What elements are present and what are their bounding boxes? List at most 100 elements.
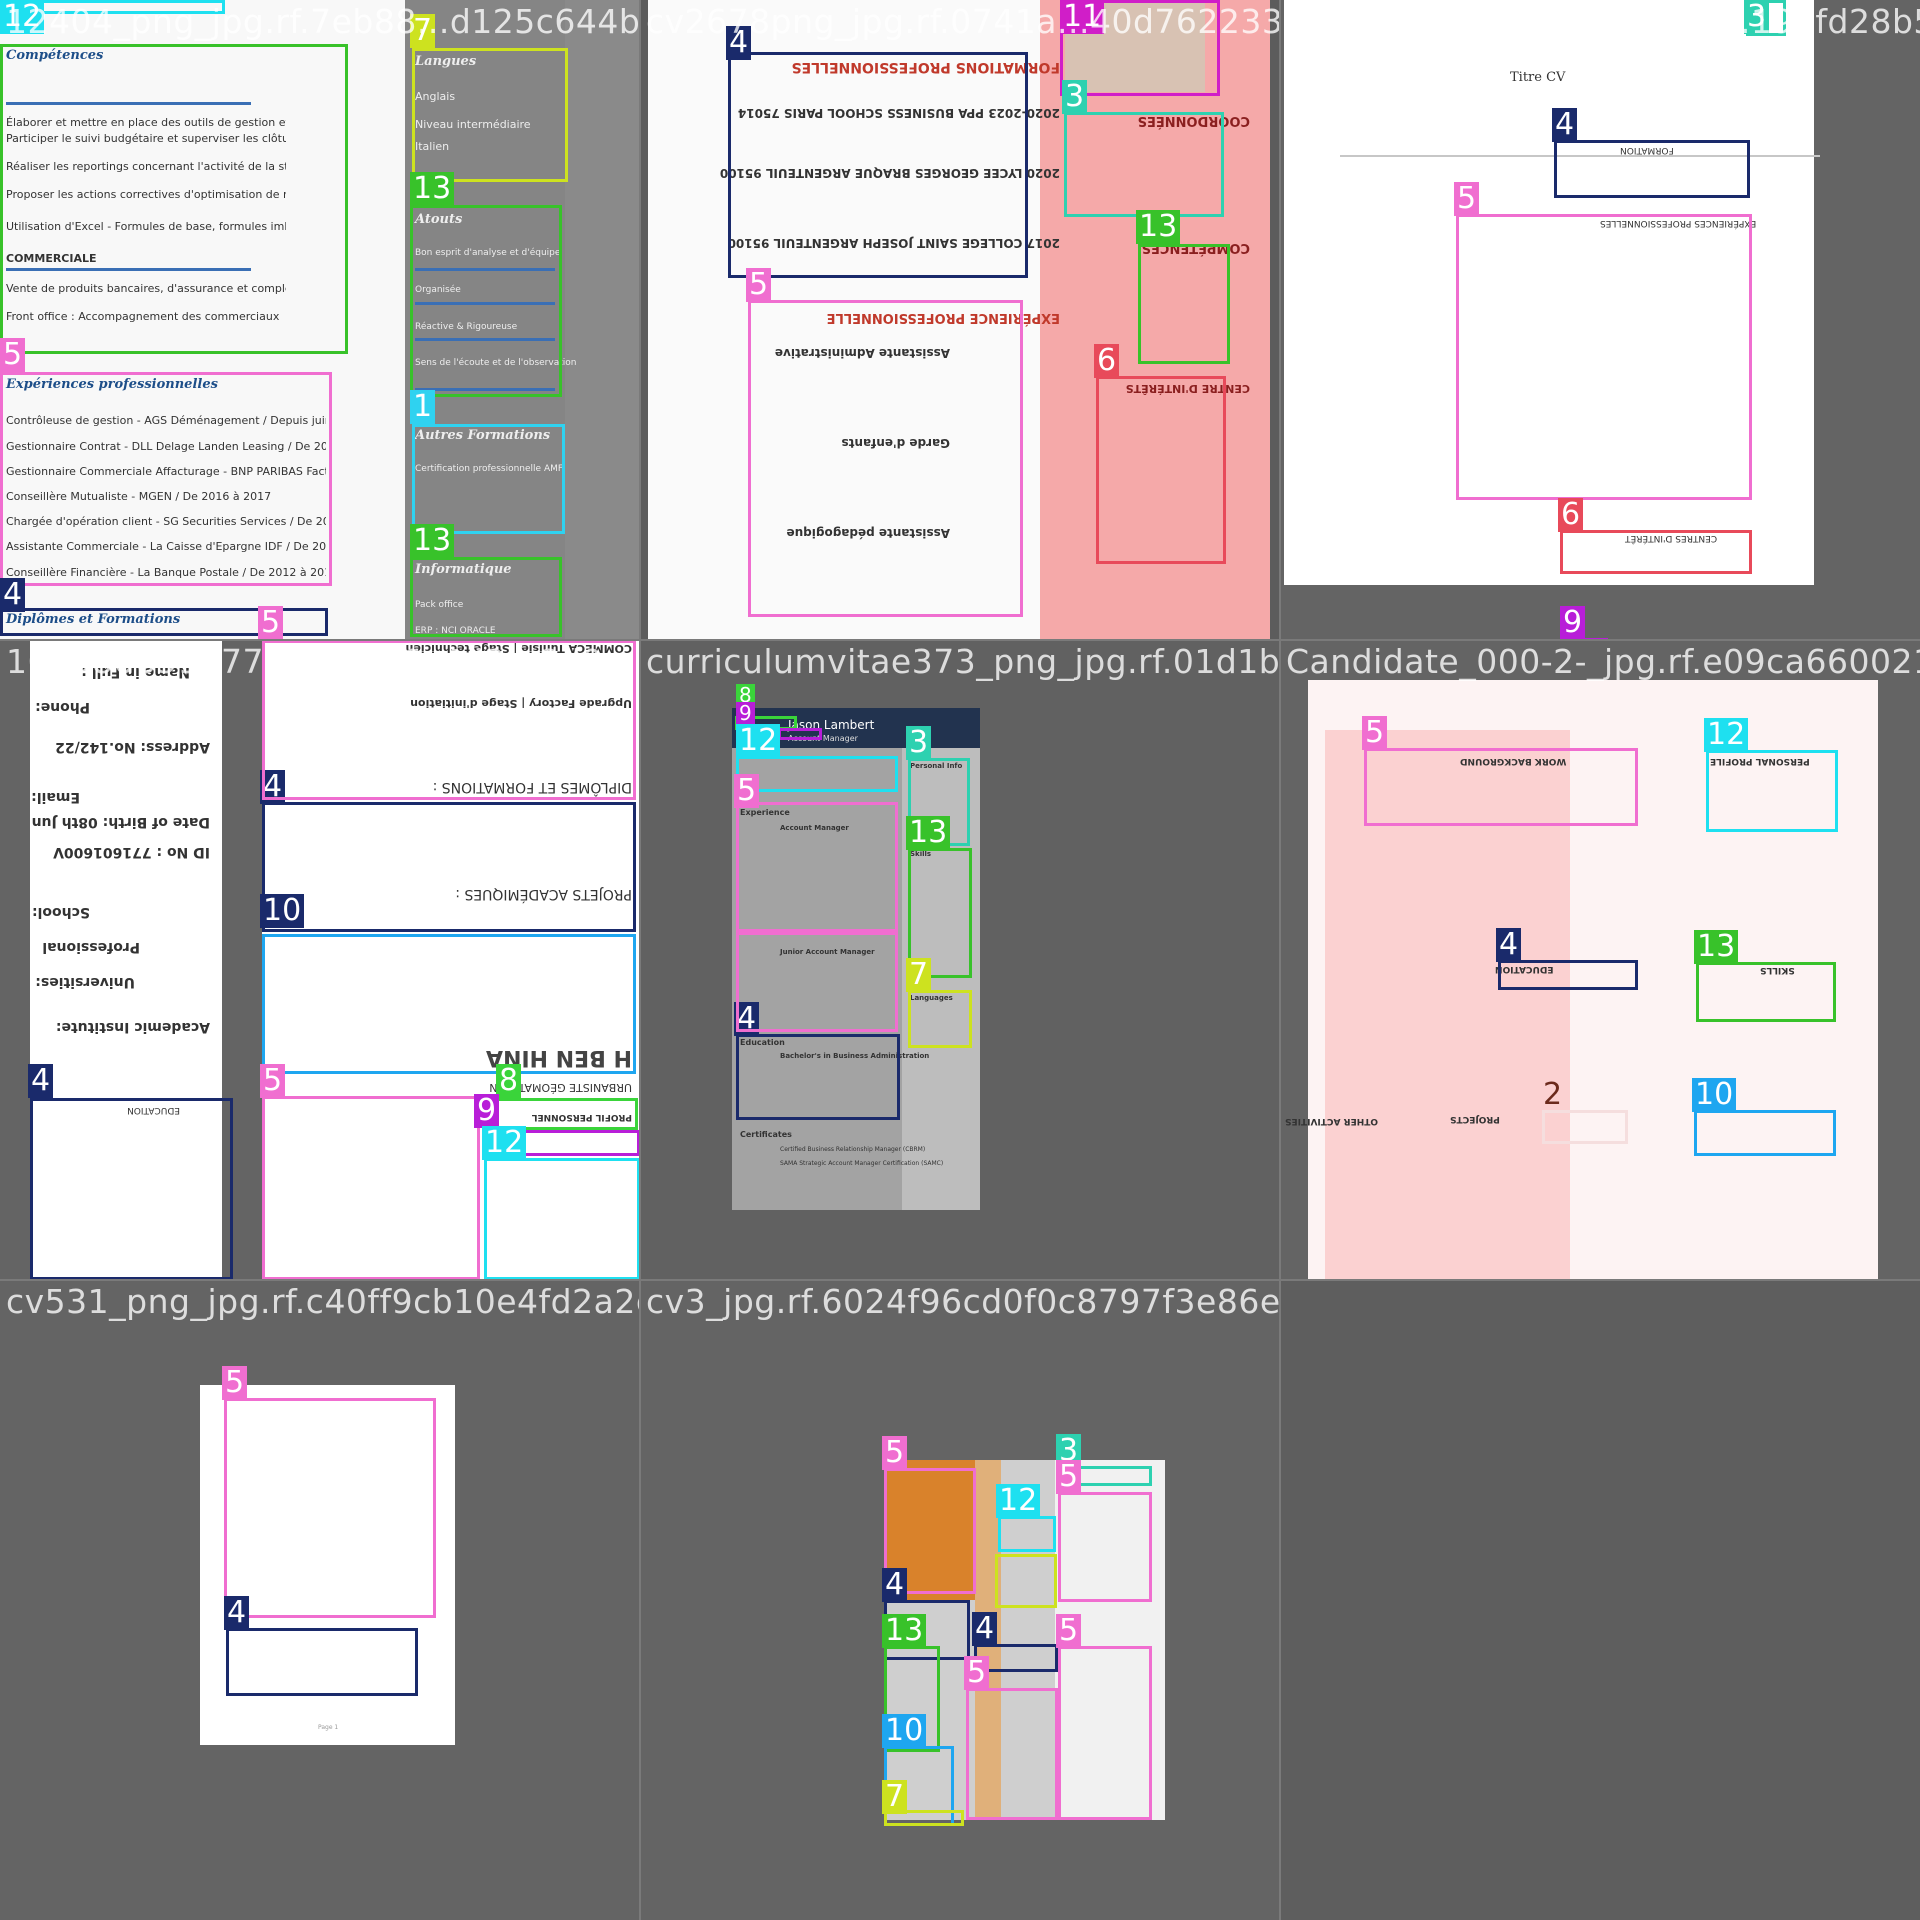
bbox-tag: 4: [1552, 108, 1578, 142]
bbox-tag: 5: [964, 1656, 990, 1690]
tile-title: 12404_png_jpg.rf.7eb88...d125c644b7c4767…: [6, 2, 640, 41]
bbox-tag: 13: [410, 524, 455, 558]
grid-divider: [0, 1279, 1920, 1281]
field-label: Address: No.142/22: [55, 739, 210, 755]
bbox-tag: 10: [1692, 1078, 1737, 1112]
tile-title: cv2678png_jpg.rf.0741a...40d76223370649_…: [646, 2, 1280, 41]
bbox-tag: 6: [1558, 498, 1584, 532]
bbox-tag: 5: [260, 1064, 286, 1098]
bbox-class-12: [1706, 750, 1838, 832]
tile-3: Titre CV FORMATION EXPÉRIENCES PROFESSIO…: [1280, 0, 1920, 640]
section-header: Certificates: [740, 1130, 792, 1139]
cert-item: Certified Business Relationship Manager …: [780, 1146, 926, 1153]
field-label: Professional: [42, 939, 140, 955]
tile-title: cv3_jpg.rf.6024f96cd0f0c8797f3e86e3713: [646, 1282, 1280, 1321]
bbox-tag: 13: [410, 172, 455, 206]
bbox-class-7: [995, 1554, 1057, 1608]
field-label: Email:: [31, 789, 80, 805]
bbox-tag: 3: [906, 726, 932, 760]
bbox-class-6: [1560, 530, 1752, 574]
bbox-tag: 7: [906, 958, 932, 992]
bbox-class-12: [0, 44, 348, 354]
section-header: OTHER ACTIVITIES: [1285, 1116, 1379, 1126]
tile-empty: [1280, 1280, 1920, 1920]
bbox-tag: 4: [28, 1064, 54, 1098]
bbox-class-12: [484, 1158, 640, 1280]
bbox-tag: 4: [224, 1596, 250, 1630]
bbox-tag: 13: [1136, 210, 1181, 244]
bbox-tag: 5: [746, 268, 772, 302]
bbox-class-4: [1554, 140, 1750, 198]
bbox-tag: 2: [1543, 1077, 1563, 1112]
cv-title: Titre CV: [1510, 70, 1566, 85]
tile-6: WORK BACKGROUND PERSONAL PROFILE EDUCATI…: [1280, 640, 1920, 1280]
bbox-tag: 4: [0, 578, 26, 612]
bbox-tag: 9: [736, 702, 755, 724]
cert-item: SAMA Strategic Account Manager Certifica…: [780, 1160, 944, 1167]
bbox-tag: 9: [474, 1094, 500, 1128]
bbox-class-1: [412, 424, 565, 534]
bbox-tag: 10: [882, 1714, 927, 1748]
bbox-tag: 10: [260, 894, 305, 928]
bbox-class-4: [30, 1098, 233, 1280]
tile-title: cv531_png_jpg.rf.c40ff9cb10e4fd2a2c...31…: [6, 1282, 640, 1321]
bbox-class-4: [736, 1034, 900, 1120]
bbox-class-9: [778, 728, 822, 740]
grid-divider: [1279, 0, 1281, 1920]
bbox-class-5: [262, 1096, 480, 1280]
field-label: Academic Institute:: [55, 1019, 210, 1035]
tile-5: Jason Lambert Account Manager Experience…: [640, 640, 1280, 1280]
tile-title: cv342_jpg.rf.39b6e43a06...195fd28b5: [1286, 2, 1920, 41]
bbox-tag: 5: [734, 774, 760, 808]
bbox-class-12: [736, 756, 898, 792]
bbox-class-5: [1058, 1492, 1152, 1602]
bbox-tag: 3: [1062, 80, 1088, 114]
bbox-class-4: [262, 802, 636, 932]
tile-1: Compétences Élaborer et mettre en place …: [0, 0, 640, 640]
tile-8: 5 3 12 5 4 13 4 5 5 10 7 cv3_jpg.rf.6024…: [640, 1280, 1280, 1920]
bbox-class-13: [410, 557, 562, 637]
field-label: ID No : 771601600V: [53, 844, 210, 860]
bbox-tag: 7: [882, 1780, 908, 1814]
bbox-class-13: [1138, 244, 1230, 364]
bbox-class-2: [1542, 1110, 1628, 1144]
bbox-tag: 5: [258, 606, 284, 640]
bbox-tag: 4: [1496, 928, 1522, 962]
bbox-class-7: [412, 48, 568, 182]
bbox-tag: 12: [482, 1126, 527, 1160]
bbox-class-5: [736, 932, 898, 1032]
bbox-class-5: [1058, 1646, 1152, 1820]
bbox-tag: 4: [972, 1612, 998, 1646]
bbox-class-5: [224, 1398, 436, 1618]
bbox-class-7: [908, 990, 972, 1048]
bbox-class-5: [736, 802, 898, 932]
bbox-tag: 5: [1056, 1614, 1082, 1648]
bbox-tag: 1: [410, 390, 436, 424]
section-header: PROJECTS: [1450, 1114, 1500, 1124]
bbox-class-3: [1064, 112, 1224, 217]
bbox-tag: 13: [906, 816, 951, 850]
page-footer: Page 1: [318, 1724, 339, 1731]
bbox-tag: 12: [736, 724, 781, 758]
bbox-tag: 9: [1560, 606, 1586, 640]
bbox-tag: 6: [1094, 344, 1120, 378]
bbox-tag: 5: [0, 338, 26, 372]
bbox-class-10: [262, 934, 636, 1074]
bbox-tag: 5: [222, 1366, 248, 1400]
tile-2: FORMATIONS PROFESSIONNELLES 2020-2023 PP…: [640, 0, 1280, 640]
bbox-tag: 12: [1704, 718, 1749, 752]
bbox-tag: 13: [882, 1614, 927, 1648]
field-label: Universities:: [35, 974, 135, 990]
bbox-tag: 5: [1362, 716, 1388, 750]
bbox-class-4: [226, 1628, 418, 1696]
bbox-class-10: [1694, 1110, 1836, 1156]
tile-title: curriculumvitae373_png_jpg.rf.01d1ba...5…: [646, 642, 1280, 681]
bbox-class-5: [0, 372, 332, 586]
bbox-tag: 13: [1694, 930, 1739, 964]
bbox-tag: 4: [882, 1568, 908, 1602]
tile-title: Candidate_000-2-_jpg.rf.e09ca660021: [1286, 642, 1920, 681]
bbox-tag: 5: [1056, 1460, 1082, 1494]
bbox-tag: 5: [1454, 182, 1480, 216]
bbox-class-5: [748, 300, 1023, 617]
bbox-class-12: [998, 1516, 1056, 1552]
